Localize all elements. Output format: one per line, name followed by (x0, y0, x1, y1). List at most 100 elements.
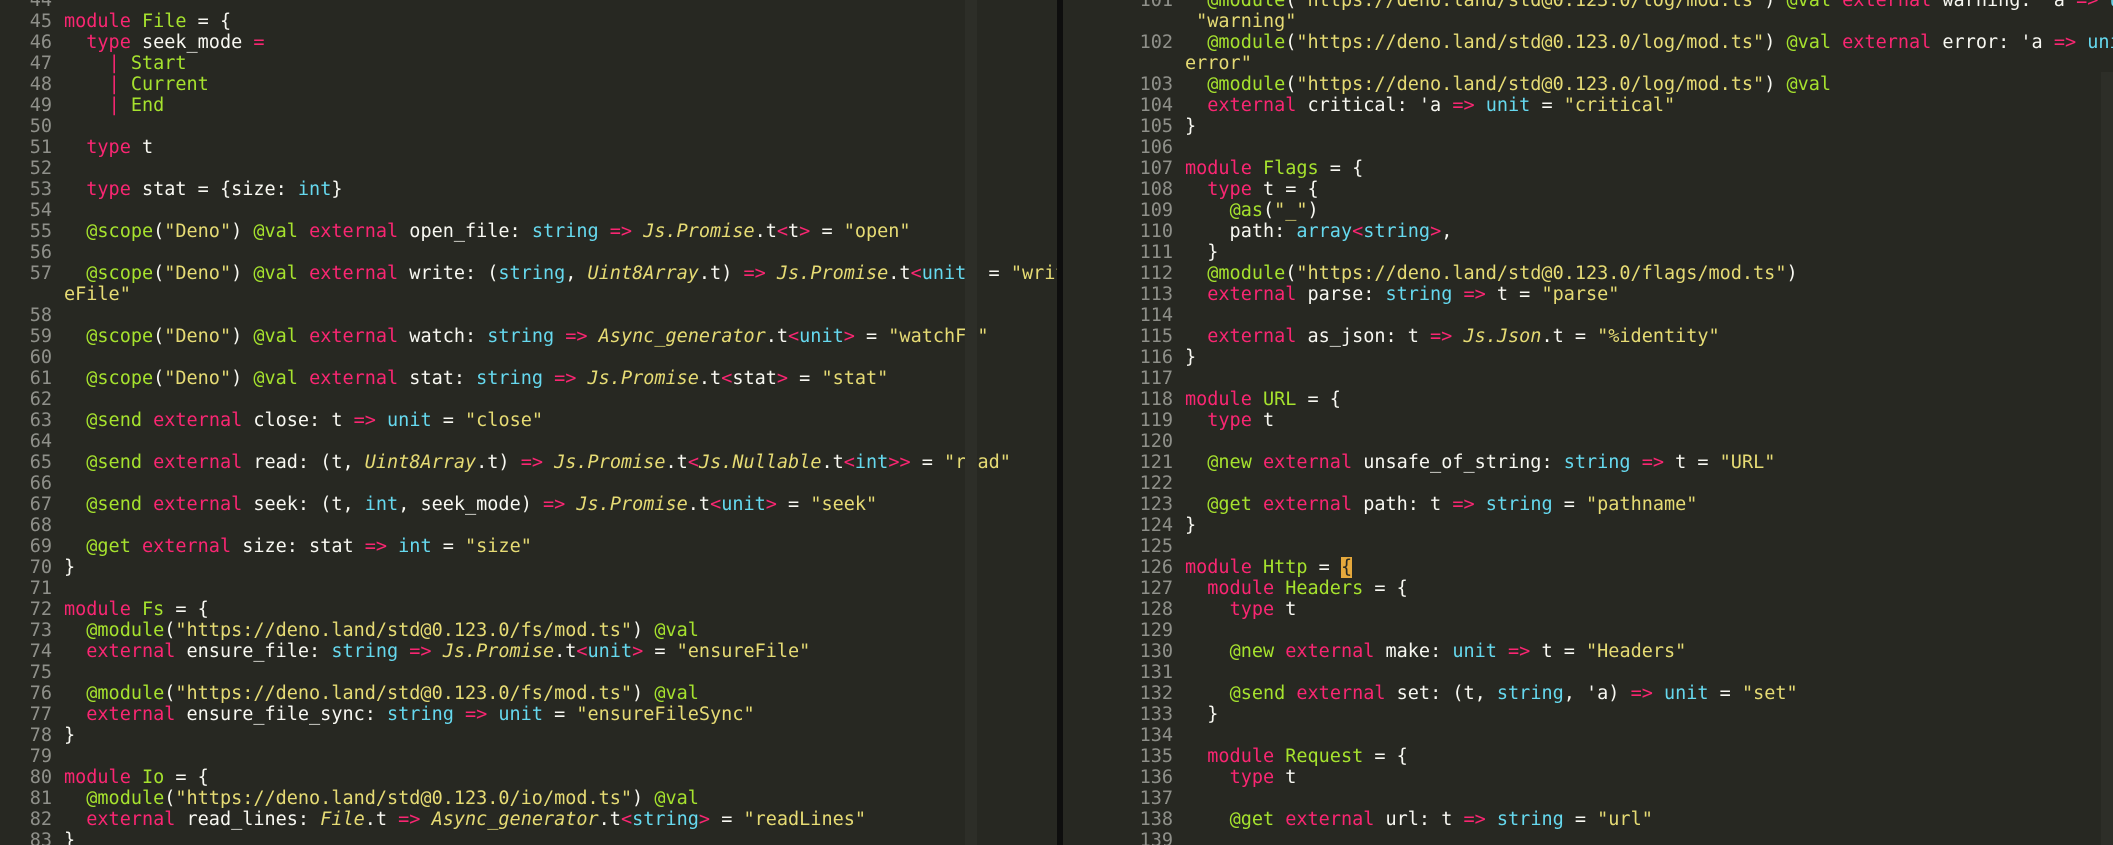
code-line[interactable]: 67 @send external seek: (t, int, seek_mo… (0, 494, 1057, 515)
code-line[interactable]: 106 (1063, 137, 2113, 158)
code-line[interactable]: 79 (0, 746, 1057, 767)
code-line[interactable]: 49 | End (0, 95, 1057, 116)
code-line[interactable]: 62 (0, 389, 1057, 410)
code-line[interactable]: 138 @get external url: t => string = "ur… (1063, 809, 2113, 830)
code-line[interactable]: 115 external as_json: t => Js.Json.t = "… (1063, 326, 2113, 347)
code-line[interactable]: 51 type t (0, 137, 1057, 158)
code-token: external (1285, 641, 1375, 662)
code-line[interactable]: 45 module File = { (0, 11, 1057, 32)
code-line[interactable]: 117 (1063, 368, 2113, 389)
code-line[interactable]: 81 @module("https://deno.land/std@0.123.… (0, 788, 1057, 809)
code-lines[interactable]: 101 @module("https://deno.land/std@0.123… (1063, 0, 2113, 845)
code-token: unit (387, 410, 432, 431)
code-line[interactable]: 77 external ensure_file_sync: string => … (0, 704, 1057, 725)
code-line[interactable]: 133 } (1063, 704, 2113, 725)
code-line[interactable]: 119 type t (1063, 410, 2113, 431)
code-line[interactable]: 53 type stat = {size: int} (0, 179, 1057, 200)
line-number: 115 (1139, 326, 1173, 347)
code-line[interactable]: 44 (0, 0, 1057, 11)
code-line[interactable]: 116} (1063, 347, 2113, 368)
code-line[interactable]: 47 | Start (0, 53, 1057, 74)
code-line[interactable]: 107 module Flags = { (1063, 158, 2113, 179)
code-token: "https://deno.land/std@0.123.0/log/mod.t… (1296, 32, 1765, 53)
code-line[interactable]: 135 module Request = { (1063, 746, 2113, 767)
code-line[interactable]: 105} (1063, 116, 2113, 137)
code-line[interactable]: 54 (0, 200, 1057, 221)
code-line[interactable]: 139 (1063, 830, 2113, 845)
code-line[interactable]: 55 @scope("Deno") @val external open_fil… (0, 221, 1057, 242)
code-line[interactable]: 68 (0, 515, 1057, 536)
code-line[interactable]: 101 @module("https://deno.land/std@0.123… (1063, 0, 2113, 11)
code-line[interactable]: 137 (1063, 788, 2113, 809)
code-line[interactable]: 110 path: array<string>, (1063, 221, 2113, 242)
code-line[interactable]: 109 @as("_") (1063, 200, 2113, 221)
code-line[interactable]: 50 (0, 116, 1057, 137)
code-line[interactable]: 46 type seek_mode = (0, 32, 1057, 53)
code-line[interactable]: 108 type t = { (1063, 179, 2113, 200)
right-scrollbar[interactable] (2101, 72, 2113, 845)
code-line[interactable]: 136 type t (1063, 767, 2113, 788)
code-line[interactable]: 102 @module("https://deno.land/std@0.123… (1063, 32, 2113, 53)
code-line[interactable]: 124} (1063, 515, 2113, 536)
code-line[interactable]: 131 (1063, 662, 2113, 683)
code-token: array (1296, 221, 1353, 242)
code-line[interactable]: 127 module Headers = { (1063, 578, 2113, 599)
code-token: > (799, 221, 811, 242)
code-line[interactable]: 69 @get external size: stat => int = "si… (0, 536, 1057, 557)
code-line[interactable]: 134 (1063, 725, 2113, 746)
right-editor-pane[interactable]: 101 @module("https://deno.land/std@0.123… (1063, 0, 2113, 845)
code-lines[interactable]: 44 45 module File = {46 type seek_mode = 47… (0, 0, 1057, 845)
code-line[interactable]: 48 | Current (0, 74, 1057, 95)
line-number: 118 (1139, 389, 1173, 410)
code-line[interactable]: 111 } (1063, 242, 2113, 263)
code-line[interactable]: 57 @scope("Deno") @val external write: (… (0, 263, 1057, 284)
code-line[interactable]: 63 @send external close: t => unit = "cl… (0, 410, 1057, 431)
code-line[interactable]: 112 @module("https://deno.land/std@0.123… (1063, 263, 2113, 284)
code-token: "ensureFileSync" (576, 704, 755, 725)
code-token: = (1708, 683, 1742, 704)
code-line[interactable]: 70} (0, 557, 1057, 578)
code-line[interactable]: 104 external critical: 'a => unit = "cri… (1063, 95, 2113, 116)
code-line[interactable]: 64 (0, 431, 1057, 452)
code-line[interactable]: 120 (1063, 431, 2113, 452)
code-line[interactable]: 78} (0, 725, 1057, 746)
code-line[interactable]: 65 @send external read: (t, Uint8Array.t… (0, 452, 1057, 473)
code-line[interactable]: 52 (0, 158, 1057, 179)
code-line[interactable]: 66 (0, 473, 1057, 494)
code-line[interactable]: 121 @new external unsafe_of_string: stri… (1063, 452, 2113, 473)
code-line[interactable]: 126 module Http = { (1063, 557, 2113, 578)
left-editor-pane[interactable]: 44 45 module File = {46 type seek_mode = 47… (0, 0, 1057, 845)
code-line[interactable]: 118 module URL = { (1063, 389, 2113, 410)
code-line[interactable]: 103 @module("https://deno.land/std@0.123… (1063, 74, 2113, 95)
code-line[interactable]: 130 @new external make: unit => t = "Hea… (1063, 641, 2113, 662)
code-line[interactable]: 83} (0, 830, 1057, 845)
code-line[interactable]: 128 type t (1063, 599, 2113, 620)
code-line[interactable]: 82 external read_lines: File.t => Async_… (0, 809, 1057, 830)
code-line[interactable]: 73 @module("https://deno.land/std@0.123.… (0, 620, 1057, 641)
line-number: 79 (29, 746, 52, 767)
code-line[interactable]: eFile" (0, 284, 1057, 305)
code-line[interactable]: 74 external ensure_file: string => Js.Pr… (0, 641, 1057, 662)
code-line[interactable]: 132 @send external set: (t, string, 'a) … (1063, 683, 2113, 704)
code-line[interactable]: 113 external parse: string => t = "parse… (1063, 284, 2113, 305)
code-line[interactable]: 123 @get external path: t => string = "p… (1063, 494, 2113, 515)
code-line[interactable]: 80 module Io = { (0, 767, 1057, 788)
code-line[interactable]: 72 module Fs = { (0, 599, 1057, 620)
code-token: size: stat (231, 536, 365, 557)
code-line[interactable]: 125 (1063, 536, 2113, 557)
code-line[interactable]: 75 (0, 662, 1057, 683)
code-line[interactable]: error" (1063, 53, 2113, 74)
code-line[interactable]: 60 (0, 347, 1057, 368)
code-line[interactable]: 122 (1063, 473, 2113, 494)
code-line[interactable]: 129 (1063, 620, 2113, 641)
code-line[interactable]: 59 @scope("Deno") @val external watch: s… (0, 326, 1057, 347)
code-line[interactable]: 56 (0, 242, 1057, 263)
code-line[interactable]: 76 @module("https://deno.land/std@0.123.… (0, 683, 1057, 704)
code-line[interactable]: 61 @scope("Deno") @val external stat: st… (0, 368, 1057, 389)
left-scrollbar[interactable] (965, 0, 977, 845)
code-line[interactable]: "warning" (1063, 11, 2113, 32)
code-line[interactable]: 71 (0, 578, 1057, 599)
code-line[interactable]: 114 (1063, 305, 2113, 326)
code-line[interactable]: 58 (0, 305, 1057, 326)
